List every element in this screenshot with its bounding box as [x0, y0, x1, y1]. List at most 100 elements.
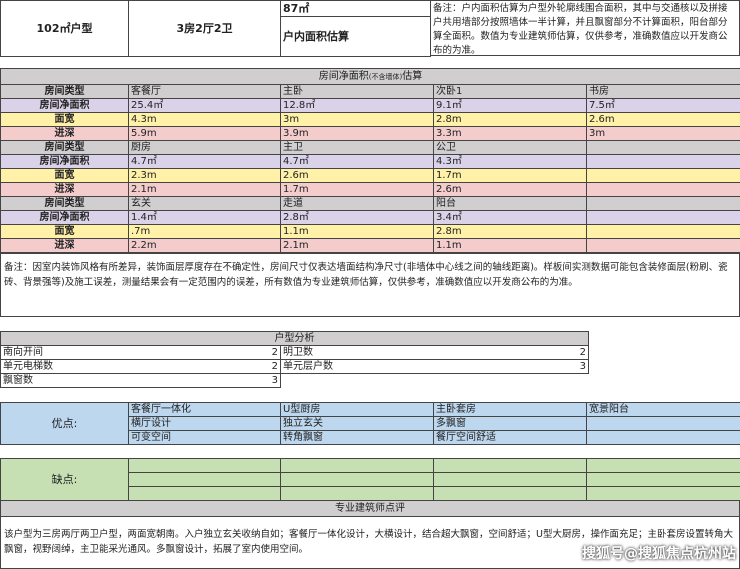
cell: [585, 224, 740, 239]
cons-item: [586, 486, 740, 501]
analysis-label: 单元层户数: [283, 360, 333, 372]
room-width-row: 面宽 4.3m 3m 2.8m 2.6m: [0, 112, 740, 127]
cell: 9.1㎡: [433, 98, 587, 113]
cell: 2.6m: [585, 112, 740, 127]
row-label: 面宽: [0, 168, 129, 183]
analysis-right: 单元层户数 3: [280, 359, 589, 374]
row-label: 房间净面积: [0, 154, 129, 169]
cell: 1.1m: [280, 224, 434, 239]
analysis-row: 飘窗数 3: [0, 373, 589, 388]
room-area-row: 房间净面积 25.4㎡ 12.8㎡ 9.1㎡ 7.5㎡: [0, 98, 740, 113]
area-value: 87㎡: [280, 0, 431, 17]
cell: 2.8㎡: [280, 210, 434, 225]
analysis-label: 飘窗数: [3, 374, 33, 386]
room-width-row: 面宽 2.3m 2.6m 1.7m: [0, 168, 740, 183]
cell: .7m: [128, 224, 281, 239]
analysis-label: 单元电梯数: [3, 360, 53, 372]
row-label: 进深: [0, 126, 129, 141]
room-type-row: 房间类型 玄关 走道 阳台: [0, 196, 740, 211]
row-label: 房间类型: [0, 84, 129, 99]
room-width-row: 面宽 .7m 1.1m 2.8m: [0, 224, 740, 239]
cell: [585, 196, 740, 211]
pros-item: 宽景阳台: [586, 402, 740, 417]
cell: 4.7㎡: [280, 154, 434, 169]
pros-label: 优点:: [0, 402, 129, 445]
cell: 书房: [585, 84, 740, 99]
analysis-right: 明卫数 2: [280, 345, 589, 360]
cell: 3.4㎡: [433, 210, 587, 225]
row-label: 进深: [0, 182, 129, 197]
cell: 主卧: [280, 84, 434, 99]
cell: 2.8m: [433, 224, 587, 239]
cell: 4.7㎡: [128, 154, 281, 169]
rooms-table: 房间净面积(不含墙体)估算 房间类型 客餐厅 主卧 次卧1 书房 房间净面积 2…: [0, 68, 740, 253]
analysis-left: 南向开间 2: [0, 345, 281, 360]
analysis-value: 3: [271, 374, 278, 386]
analysis-left: 飘窗数 3: [0, 373, 281, 388]
row-label: 房间类型: [0, 196, 129, 211]
cons-item: [433, 458, 587, 473]
cell: 阳台: [433, 196, 587, 211]
pros-table: 优点: 客餐厅一体化 U型厨房 主卧套房 宽景阳台 横厅设计 独立玄关 多飘窗 …: [0, 402, 740, 445]
cons-item: [128, 486, 281, 501]
cons-table: 缺点:: [0, 458, 740, 501]
room-area-row: 房间净面积 1.4㎡ 2.8㎡ 3.4㎡: [0, 210, 740, 225]
watermark: 搜狐号@搜狐焦点杭州站: [582, 546, 736, 562]
cons-item: [433, 486, 587, 501]
pros-item: 可变空间: [128, 430, 281, 445]
cell: 5.9m: [128, 126, 281, 141]
cell: 12.8㎡: [280, 98, 434, 113]
pros-item: 横厅设计: [128, 416, 281, 431]
pros-item: 主卧套房: [433, 402, 587, 417]
pros-item: [586, 430, 740, 445]
cell: 1.1m: [433, 238, 587, 253]
analysis-row: 单元电梯数 2 单元层户数 3: [0, 359, 589, 374]
room-area-row: 房间净面积 4.7㎡ 4.7㎡ 4.3㎡: [0, 154, 740, 169]
analysis-value: 3: [579, 360, 586, 372]
pros-item: U型厨房: [280, 402, 434, 417]
cell: [585, 182, 740, 197]
pros-item: [586, 416, 740, 431]
analysis-row: 南向开间 2 明卫数 2: [0, 345, 589, 360]
cell: 2.1m: [280, 238, 434, 253]
analysis-left: 单元电梯数 2: [0, 359, 281, 374]
row-label: 房间净面积: [0, 98, 129, 113]
pros-item: 独立玄关: [280, 416, 434, 431]
cell: 2.2m: [128, 238, 281, 253]
cell: [585, 140, 740, 155]
room-type-row: 房间类型 厨房 主卫 公卫: [0, 140, 740, 155]
analysis-label: 明卫数: [283, 346, 313, 358]
cons-item: [586, 458, 740, 473]
room-depth-row: 进深 5.9m 3.9m 3.3m 3m: [0, 126, 740, 141]
cell: 4.3㎡: [433, 154, 587, 169]
analysis-right: [281, 374, 589, 388]
cons-item: [280, 472, 434, 487]
row-label: 进深: [0, 238, 129, 253]
row-label: 房间类型: [0, 140, 129, 155]
rooms-title-tail: 估算: [402, 70, 423, 82]
cons-item: [280, 486, 434, 501]
cell: [585, 168, 740, 183]
area-label: 户内面积估算: [280, 16, 431, 57]
cell: 2.6m: [280, 168, 434, 183]
analysis-title: 户型分析: [0, 331, 589, 346]
cell: 1.4㎡: [128, 210, 281, 225]
review-table: 专业建筑师点评: [0, 500, 740, 517]
pros-item: 餐厅空间舒适: [433, 430, 587, 445]
cell: [585, 210, 740, 225]
room-depth-row: 进深 2.1m 1.7m 2.6m: [0, 182, 740, 197]
row-label: 面宽: [0, 224, 129, 239]
cell: 玄关: [128, 196, 281, 211]
cell: 走道: [280, 196, 434, 211]
cell: 1.7m: [433, 168, 587, 183]
cell: 7.5㎡: [585, 98, 740, 113]
pros-item: 转角飘窗: [280, 430, 434, 445]
cell: 4.3m: [128, 112, 281, 127]
cell: [585, 238, 740, 253]
cell: 2.8m: [433, 112, 587, 127]
room-depth-row: 进深 2.2m 2.1m 1.1m: [0, 238, 740, 253]
rooms-title: 房间净面积(不含墙体)估算: [0, 68, 740, 85]
rooms-title-main: 房间净面积: [318, 70, 369, 82]
cell: 3.3m: [433, 126, 587, 141]
cons-item: [280, 458, 434, 473]
